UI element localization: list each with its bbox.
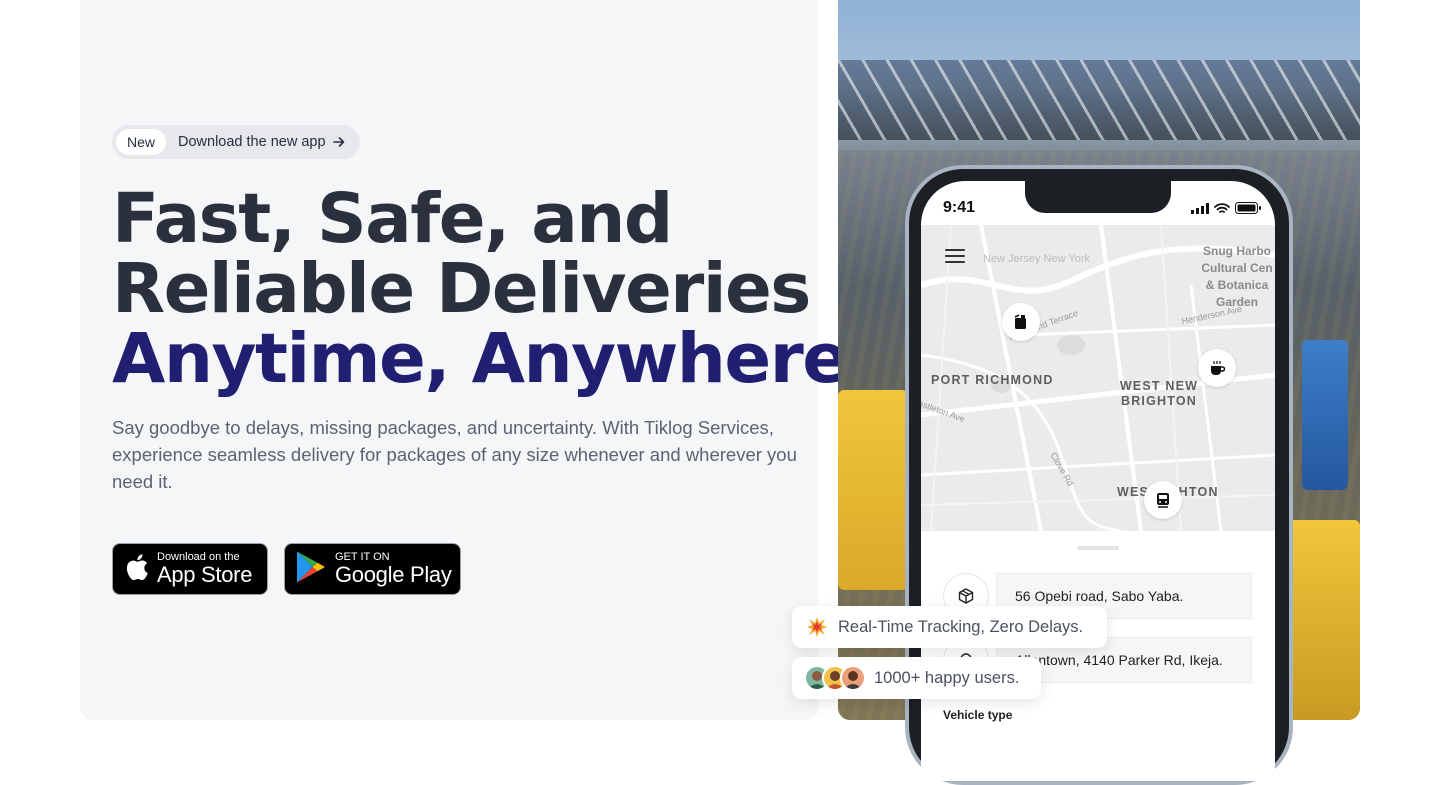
status-icons: [1191, 201, 1261, 219]
headline-line-2: Reliable Deliveries: [112, 249, 811, 329]
apple-icon: [123, 552, 149, 587]
avatar-group: [804, 665, 866, 691]
map-label-new-jersey: New Jersey New York: [983, 253, 1090, 265]
google-play-button[interactable]: GET IT ON Google Play: [284, 543, 461, 595]
train-pin-icon[interactable]: [1144, 481, 1182, 519]
hero-subtitle: Say goodbye to delays, missing packages,…: [112, 417, 797, 492]
tracking-toast: Real-Time Tracking, Zero Delays.: [792, 606, 1107, 648]
menu-icon[interactable]: [945, 249, 965, 267]
fuel-pin-icon[interactable]: [1002, 303, 1040, 341]
users-toast-text: 1000+ happy users.: [874, 668, 1020, 687]
arrow-right-icon: [332, 135, 346, 149]
google-play-big-text: Google Play: [335, 562, 452, 587]
bridge-structure: [838, 60, 1360, 140]
collision-icon: [806, 616, 828, 638]
signal-icon: [1191, 201, 1209, 219]
hero-panel: New Download the new app Fast, Safe, and…: [80, 0, 874, 720]
blue-bus: [1302, 340, 1348, 490]
wifi-icon: [1214, 201, 1230, 219]
delivery-map[interactable]: New Jersey New York Snug Harbo Cultural …: [921, 225, 1275, 531]
map-label-west-new-brighton: WEST NEW BRIGHTON: [1119, 379, 1199, 408]
bottom-sheet-handle[interactable]: [1077, 546, 1119, 550]
coffee-pin-icon[interactable]: [1198, 349, 1236, 387]
phone-notch: [1025, 181, 1171, 213]
vehicle-type-label: Vehicle type: [943, 708, 1013, 722]
headline-accent: Anytime, Anywhere.: [112, 319, 874, 399]
tracking-toast-text: Real-Time Tracking, Zero Delays.: [838, 617, 1084, 636]
app-store-big-text: App Store: [157, 562, 253, 587]
yellow-bus-left: [838, 390, 908, 590]
new-tag: New: [116, 129, 167, 155]
avatar: [840, 665, 866, 691]
users-toast: 1000+ happy users.: [792, 657, 1041, 699]
headline-line-1: Fast, Safe, and: [112, 179, 673, 259]
download-app-link-text: Download the new app: [178, 134, 326, 150]
hero-headline: Fast, Safe, and Reliable Deliveries Anyt…: [112, 179, 874, 399]
map-label-port-richmond: PORT RICHMOND: [931, 373, 1054, 387]
status-time: 9:41: [943, 199, 976, 216]
google-play-icon: [295, 550, 327, 589]
app-store-button[interactable]: Download on the App Store: [112, 543, 268, 595]
battery-icon: [1235, 201, 1261, 219]
new-app-badge[interactable]: New Download the new app: [112, 125, 360, 159]
